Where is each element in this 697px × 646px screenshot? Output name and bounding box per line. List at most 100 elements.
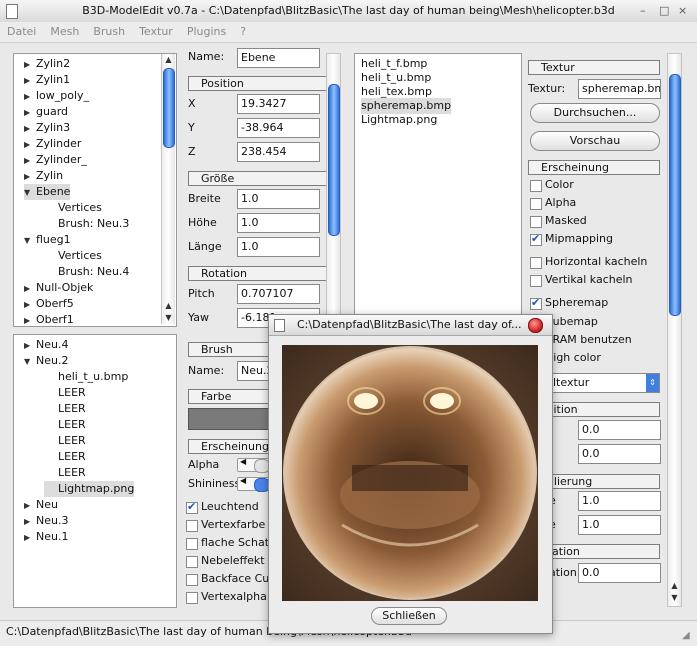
collapsed-triangle-icon[interactable]: ▶ (24, 514, 36, 530)
expanded-triangle-icon[interactable]: ▼ (24, 354, 36, 370)
checkbox[interactable] (186, 592, 198, 604)
checkbox[interactable] (186, 500, 198, 514)
mesh-name-field[interactable]: Ebene (237, 48, 320, 68)
collapsed-triangle-icon[interactable]: ▶ (24, 313, 36, 326)
tree-item[interactable]: ▶ Zylinder_ (24, 152, 87, 168)
tree-item[interactable]: ▼ Neu.2 (24, 353, 68, 369)
slider-left-arrow[interactable]: ◀ (240, 476, 246, 485)
collapsed-triangle-icon[interactable]: ▶ (24, 297, 36, 313)
collapsed-triangle-icon[interactable]: ▶ (24, 169, 36, 185)
tree-item[interactable]: ▶ Neu (24, 497, 58, 513)
checkbox[interactable] (530, 296, 542, 310)
expanded-triangle-icon[interactable]: ▼ (24, 233, 36, 249)
texture-file-item[interactable]: Lightmap.png (361, 112, 437, 128)
collapsed-triangle-icon[interactable]: ▶ (24, 530, 36, 546)
title-bar[interactable]: B3D-ModelEdit v0.7a - C:\Datenpfad\Blitz… (0, 0, 697, 23)
scroll-thumb[interactable] (328, 84, 340, 236)
collapsed-triangle-icon[interactable]: ▶ (24, 121, 36, 137)
scroll-up-arrow[interactable]: ▲ (668, 580, 681, 592)
slider-left-arrow[interactable]: ◀ (240, 457, 246, 466)
tree-item[interactable]: LEER (44, 433, 86, 449)
checkbox[interactable] (530, 232, 542, 246)
minimize-button[interactable]: – (640, 0, 646, 22)
menu-textur[interactable]: Textur (132, 22, 180, 42)
tree-item[interactable]: ▶ Oberf1 (24, 312, 74, 326)
checkbox[interactable] (186, 520, 198, 532)
tree-item[interactable]: LEER (44, 465, 86, 481)
checkbox[interactable] (186, 556, 198, 568)
tree-item[interactable]: ▶ Null-Objek (24, 280, 93, 296)
collapsed-triangle-icon[interactable]: ▶ (24, 137, 36, 153)
checkbox[interactable] (530, 180, 542, 192)
tree-item[interactable]: LEER (44, 385, 86, 401)
tree-item[interactable]: ▶ low_poly_ (24, 88, 89, 104)
texture-rotation-field[interactable]: 0.0 (578, 563, 661, 583)
maximize-button[interactable]: □ (659, 0, 669, 22)
tree-item[interactable]: Vertices (44, 200, 102, 216)
close-button[interactable]: × (678, 0, 687, 22)
tree-item[interactable]: Brush: Neu.3 (44, 216, 129, 232)
scroll-thumb[interactable] (163, 68, 175, 148)
mesh-properties-scrollbar[interactable]: ▼ (326, 53, 341, 327)
menu-plugins[interactable]: Plugins (180, 22, 233, 42)
preview-dialog-titlebar[interactable]: C:\Datenpfad\BlitzBasic\The last day of.… (269, 315, 552, 336)
position-y-field[interactable]: -38.964 (237, 118, 320, 138)
resize-grip-icon[interactable]: ◢ (682, 630, 690, 641)
tree-item[interactable]: LEER (44, 449, 86, 465)
menu-datei[interactable]: Datei (0, 22, 43, 42)
close-preview-button[interactable]: Schließen (371, 607, 447, 625)
menu-brush[interactable]: Brush (86, 22, 132, 42)
collapsed-triangle-icon[interactable]: ▶ (24, 89, 36, 105)
laenge-field[interactable]: 1.0 (237, 237, 320, 257)
menu-mesh[interactable]: Mesh (43, 22, 86, 42)
texture-name-field[interactable]: spheremap.bmp (578, 79, 661, 99)
checkbox[interactable] (530, 216, 542, 228)
hoehe-field[interactable]: 1.0 (237, 213, 320, 233)
browse-button[interactable]: Durchsuchen... (530, 103, 660, 123)
tree-item[interactable]: ▶ Neu.3 (24, 513, 68, 529)
tree-item[interactable]: Vertices (44, 248, 102, 264)
tree-item[interactable]: ▶ Neu.1 (24, 529, 68, 545)
tree-item[interactable]: ▶ Oberf5 (24, 296, 74, 312)
tree-item[interactable]: ▼ Ebene (24, 184, 71, 201)
brush-tree[interactable]: ▶ Neu.4 ▼ Neu.2 heli_t_u.bmp LEER LEER LEER LEER… (13, 334, 177, 608)
mesh-tree[interactable]: ▲ ▲ ▼ ▶ Zylin2 ▶ Zylin1 ▶ low_poly_ ▶ guard ▶ Zyl… (13, 53, 177, 327)
checkbox[interactable] (530, 275, 542, 287)
position-x-field[interactable]: 19.3427 (237, 94, 320, 114)
tree-item[interactable]: ▼ flueg1 (24, 232, 71, 248)
texture-position-v-field[interactable]: 0.0 (578, 444, 661, 464)
scroll-up-arrow[interactable]: ▲ (162, 54, 175, 66)
pitch-field[interactable]: 0.707107 (237, 284, 320, 304)
tree-item[interactable]: LEER (44, 417, 86, 433)
expanded-triangle-icon[interactable]: ▼ (24, 185, 36, 201)
texture-position-u-field[interactable]: 0.0 (578, 420, 661, 440)
dialog-close-icon[interactable] (528, 318, 543, 333)
scroll-thumb[interactable] (669, 74, 681, 316)
texture-scale-u-field[interactable]: 1.0 (578, 491, 661, 511)
checkbox[interactable] (186, 538, 198, 550)
tree-item[interactable]: heli_t_u.bmp (44, 369, 128, 385)
collapsed-triangle-icon[interactable]: ▶ (24, 498, 36, 514)
tree-item[interactable]: ▶ Neu.4 (24, 337, 68, 353)
tree-item[interactable]: ▶ Zylin3 (24, 120, 70, 136)
collapsed-triangle-icon[interactable]: ▶ (24, 57, 36, 73)
scroll-down-arrow[interactable]: ▲ (162, 300, 175, 312)
collapsed-triangle-icon[interactable]: ▶ (24, 153, 36, 169)
checkbox[interactable] (530, 257, 542, 269)
tree-item[interactable]: ▶ Zylin1 (24, 72, 70, 88)
collapsed-triangle-icon[interactable]: ▶ (24, 338, 36, 354)
tree-item[interactable]: ▶ guard (24, 104, 68, 120)
tree-item[interactable]: ▶ Zylinder (24, 136, 81, 152)
preview-button[interactable]: Vorschau (530, 131, 660, 151)
tree-item[interactable]: LEER (44, 401, 86, 417)
scroll-down-arrow[interactable]: ▼ (162, 312, 175, 324)
checkbox[interactable] (186, 574, 198, 586)
tree-item[interactable]: ▶ Zylin (24, 168, 63, 184)
menu-help[interactable]: ? (233, 22, 253, 42)
tree-item[interactable]: Lightmap.png (44, 481, 135, 497)
position-z-field[interactable]: 238.454 (237, 142, 320, 162)
tree-item[interactable]: Brush: Neu.4 (44, 264, 129, 280)
tree-item[interactable]: ▶ Zylin2 (24, 56, 70, 72)
collapsed-triangle-icon[interactable]: ▶ (24, 105, 36, 121)
breite-field[interactable]: 1.0 (237, 189, 320, 209)
